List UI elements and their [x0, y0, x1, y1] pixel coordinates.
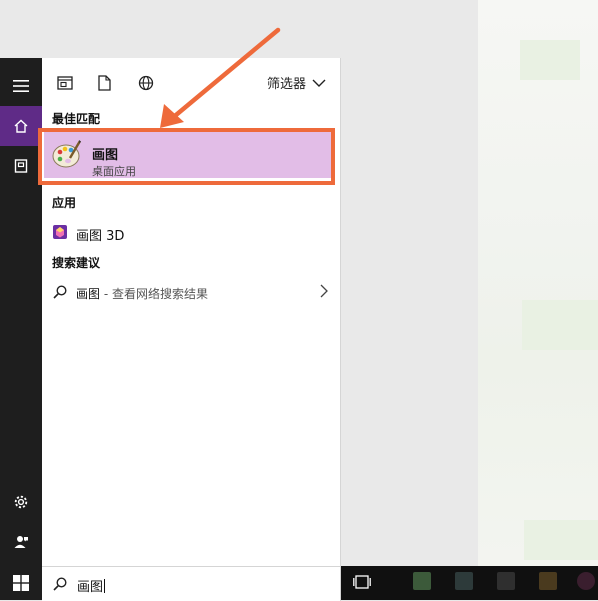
search-icon: [53, 577, 67, 591]
suggestion-item[interactable]: 画图 - 查看网络搜索结果: [42, 280, 340, 304]
annotation-highlight-box: [38, 128, 335, 185]
hamburger-icon: [13, 80, 29, 92]
person-feedback-icon: [13, 534, 29, 550]
taskbar-app-icon[interactable]: [539, 572, 557, 590]
desktop-background: [478, 0, 598, 600]
document-icon: [97, 75, 111, 91]
panel-toolbar: 筛选器: [42, 58, 340, 106]
text-caret: [104, 579, 106, 593]
gear-icon: [13, 494, 29, 510]
task-view-icon[interactable]: [353, 574, 371, 590]
taskbar-app-icon[interactable]: [413, 572, 431, 590]
taskbar-app-icon[interactable]: [455, 572, 473, 590]
taskbar-apps: [341, 566, 598, 600]
scope-apps-button[interactable]: [54, 72, 76, 94]
background-patch: [522, 300, 598, 350]
suggestion-text: 画图 - 查看网络搜索结果: [76, 285, 208, 302]
best-match-heading: 最佳匹配: [52, 112, 101, 126]
taskbar-app-icon[interactable]: [577, 572, 595, 590]
app-name: 画图 3D: [76, 229, 125, 244]
taskbar-app-icon[interactable]: [497, 572, 515, 590]
settings-button[interactable]: [0, 482, 42, 522]
suggestions-heading: 搜索建议: [52, 256, 101, 270]
app-window-icon: [57, 76, 73, 90]
expand-menu-button[interactable]: [0, 66, 42, 106]
apps-heading: 应用: [52, 196, 77, 210]
search-icon: [53, 285, 67, 299]
search-input-value: 画图: [77, 576, 106, 595]
suggestion-web-hint: - 查看网络搜索结果: [100, 287, 208, 301]
search-query: 画图: [77, 580, 104, 595]
chevron-down-icon: [312, 79, 326, 87]
start-button[interactable]: [0, 566, 42, 600]
home-icon: [13, 118, 29, 134]
globe-icon: [138, 75, 154, 91]
background-patch: [524, 520, 598, 560]
search-input[interactable]: 画图: [42, 566, 341, 601]
home-button[interactable]: [0, 106, 42, 146]
chevron-right-icon[interactable]: [320, 284, 328, 298]
start-rail: [0, 58, 42, 600]
notebook-icon: [13, 158, 29, 174]
notebook-button[interactable]: [0, 146, 42, 186]
scope-web-button[interactable]: [135, 72, 157, 94]
feedback-button[interactable]: [0, 522, 42, 562]
windows-logo-icon: [13, 575, 29, 591]
paint-3d-icon: [53, 225, 67, 239]
list-item-paint-3d[interactable]: 画图 3D: [42, 221, 340, 244]
scope-documents-button[interactable]: [93, 72, 115, 94]
suggestion-term: 画图: [76, 287, 101, 301]
filter-dropdown[interactable]: 筛选器: [267, 73, 326, 92]
filter-label: 筛选器: [266, 77, 306, 92]
background-patch: [520, 40, 580, 80]
